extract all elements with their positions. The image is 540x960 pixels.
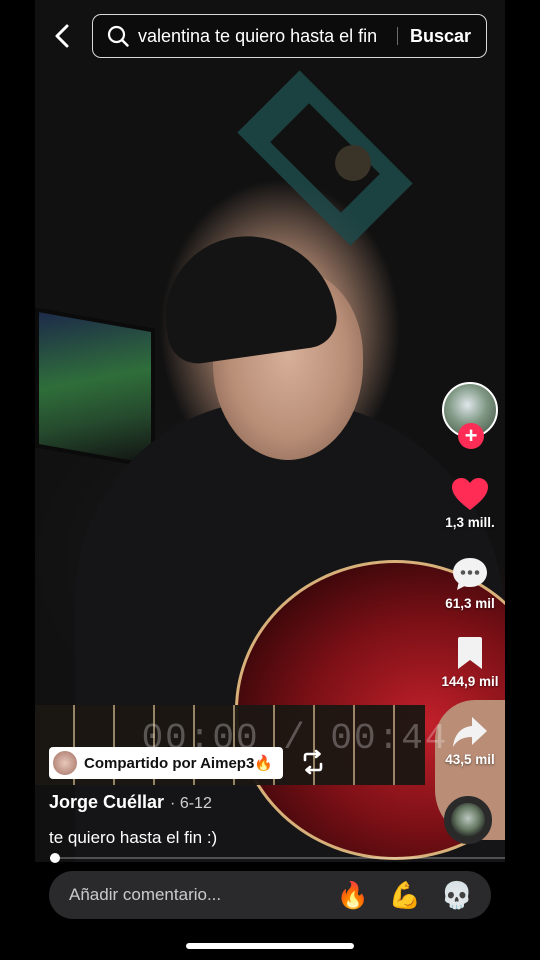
back-button[interactable]: [48, 20, 78, 52]
bookmark-button[interactable]: 144,9 mil: [430, 636, 510, 689]
tv-screen: [35, 307, 155, 469]
search-button[interactable]: Buscar: [410, 26, 471, 47]
search-icon: [107, 25, 129, 47]
progress-knob[interactable]: [49, 853, 60, 863]
bookmark-count: 144,9 mil: [441, 674, 499, 689]
back-icon: [55, 24, 69, 48]
sharer-avatar: [53, 751, 77, 775]
video-progress-bar[interactable]: [49, 853, 505, 863]
share-icon: [453, 717, 487, 747]
heart-icon: [452, 478, 488, 510]
author-line[interactable]: Jorge Cuéllar · 6-12: [49, 792, 212, 813]
comment-icon: [453, 558, 487, 590]
ceiling-lamp: [335, 145, 371, 181]
share-count: 43,5 mil: [445, 752, 495, 767]
follow-button[interactable]: +: [458, 423, 484, 449]
author-name[interactable]: Jorge Cuéllar: [49, 792, 164, 812]
comment-bar[interactable]: Añadir comentario... 🔥 💪 💀: [49, 871, 491, 919]
like-button[interactable]: 1,3 mill.: [430, 477, 510, 530]
ceiling-decor: [237, 70, 413, 246]
comment-button[interactable]: 61,3 mil: [430, 556, 510, 611]
emoji-skull[interactable]: 💀: [431, 880, 483, 911]
comment-input[interactable]: Añadir comentario...: [69, 885, 327, 905]
home-indicator: [186, 943, 354, 949]
shared-by-label: Compartido por Aimep3🔥: [84, 755, 273, 772]
emoji-flexed-biceps[interactable]: 💪: [379, 880, 431, 911]
shared-by-chip[interactable]: Compartido por Aimep3🔥: [49, 747, 283, 779]
creator-avatar-button[interactable]: +: [442, 382, 498, 449]
performer-cap: [155, 224, 341, 368]
post-caption: te quiero hasta el fin :): [49, 828, 218, 847]
search-bar[interactable]: valentina te quiero hasta el fin Buscar: [92, 14, 487, 58]
repost-icon[interactable]: [300, 749, 326, 775]
comment-count: 61,3 mil: [445, 596, 495, 611]
bookmark-icon: [458, 637, 482, 669]
emoji-fire[interactable]: 🔥: [327, 880, 379, 911]
like-count: 1,3 mill.: [445, 515, 495, 530]
plus-icon: +: [464, 423, 478, 448]
share-button[interactable]: 43,5 mil: [430, 716, 510, 767]
search-divider: [397, 27, 398, 45]
music-disc[interactable]: [444, 796, 492, 844]
search-input[interactable]: valentina te quiero hasta el fin: [138, 26, 393, 47]
post-date: · 6-12: [170, 795, 212, 812]
